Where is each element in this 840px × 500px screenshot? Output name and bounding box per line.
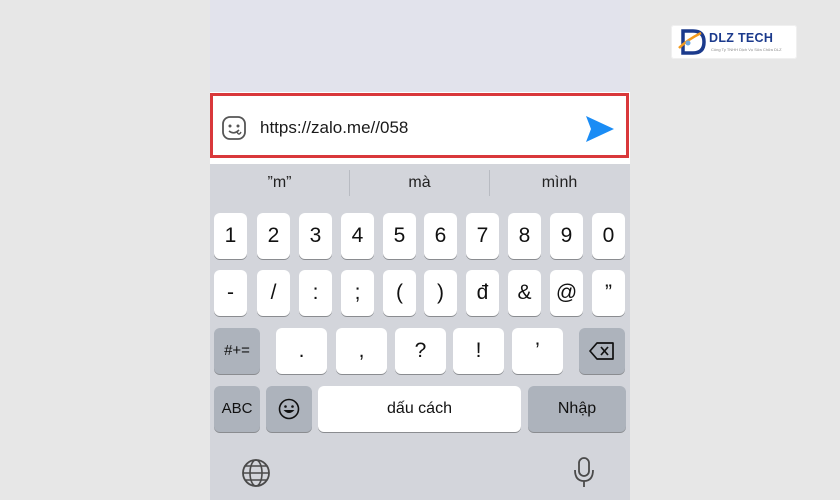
key-apostrophe[interactable]: ’ <box>512 328 563 374</box>
logo-text: DLZ TECH <box>709 31 774 45</box>
key-1[interactable]: 1 <box>214 213 247 259</box>
chat-area <box>210 0 630 92</box>
sticker-button[interactable] <box>221 115 247 141</box>
globe-button[interactable] <box>241 458 271 488</box>
key-colon[interactable]: : <box>299 270 332 316</box>
key-5[interactable]: 5 <box>383 213 416 259</box>
globe-icon <box>242 459 270 487</box>
send-button[interactable] <box>584 113 616 145</box>
suggestion-2[interactable]: mà <box>350 164 489 202</box>
send-arrow-icon <box>586 116 614 142</box>
predictive-text-bar: ”m” mà mình <box>210 164 630 202</box>
key-hyphen[interactable]: - <box>214 270 247 316</box>
key-6[interactable]: 6 <box>424 213 457 259</box>
phone-screen: https://zalo.me//058 ”m” mà mình 1 2 3 4… <box>210 0 630 500</box>
dictation-button[interactable] <box>572 456 596 490</box>
logo-tagline: Công Ty TNHH Dịch Vụ Sửa Chữa DLZ <box>711 47 782 52</box>
dlz-logo-mark-icon <box>678 29 706 55</box>
suggestion-1[interactable]: ”m” <box>210 164 349 202</box>
key-comma[interactable]: , <box>336 328 387 374</box>
key-9[interactable]: 9 <box>550 213 583 259</box>
key-slash[interactable]: / <box>257 270 290 316</box>
key-period[interactable]: . <box>276 328 327 374</box>
key-4[interactable]: 4 <box>341 213 374 259</box>
key-0[interactable]: 0 <box>592 213 625 259</box>
sticker-face-icon <box>222 116 246 140</box>
key-at[interactable]: @ <box>550 270 583 316</box>
key-open-paren[interactable]: ( <box>383 270 416 316</box>
key-exclamation[interactable]: ! <box>453 328 504 374</box>
backspace-icon <box>589 342 614 360</box>
key-8[interactable]: 8 <box>508 213 541 259</box>
message-input-bar: https://zalo.me//058 <box>210 92 630 164</box>
key-quote[interactable]: ” <box>592 270 625 316</box>
key-close-paren[interactable]: ) <box>424 270 457 316</box>
key-2[interactable]: 2 <box>257 213 290 259</box>
emoji-icon <box>278 398 300 420</box>
key-semicolon[interactable]: ; <box>341 270 374 316</box>
emoji-key[interactable] <box>266 386 312 432</box>
brand-logo: DLZ TECH Công Ty TNHH Dịch Vụ Sửa Chữa D… <box>671 25 797 59</box>
microphone-icon <box>574 457 594 487</box>
key-dong[interactable]: đ <box>466 270 499 316</box>
key-3[interactable]: 3 <box>299 213 332 259</box>
backspace-key[interactable] <box>579 328 625 374</box>
key-ampersand[interactable]: & <box>508 270 541 316</box>
suggestion-3[interactable]: mình <box>490 164 629 202</box>
letters-toggle-key[interactable]: ABC <box>214 386 260 432</box>
symbols-toggle-key[interactable]: #+= <box>214 328 260 374</box>
return-key[interactable]: Nhập <box>528 386 626 432</box>
key-7[interactable]: 7 <box>466 213 499 259</box>
space-key[interactable]: dấu cách <box>318 386 521 432</box>
message-input[interactable]: https://zalo.me//058 <box>260 116 560 140</box>
key-question[interactable]: ? <box>395 328 446 374</box>
